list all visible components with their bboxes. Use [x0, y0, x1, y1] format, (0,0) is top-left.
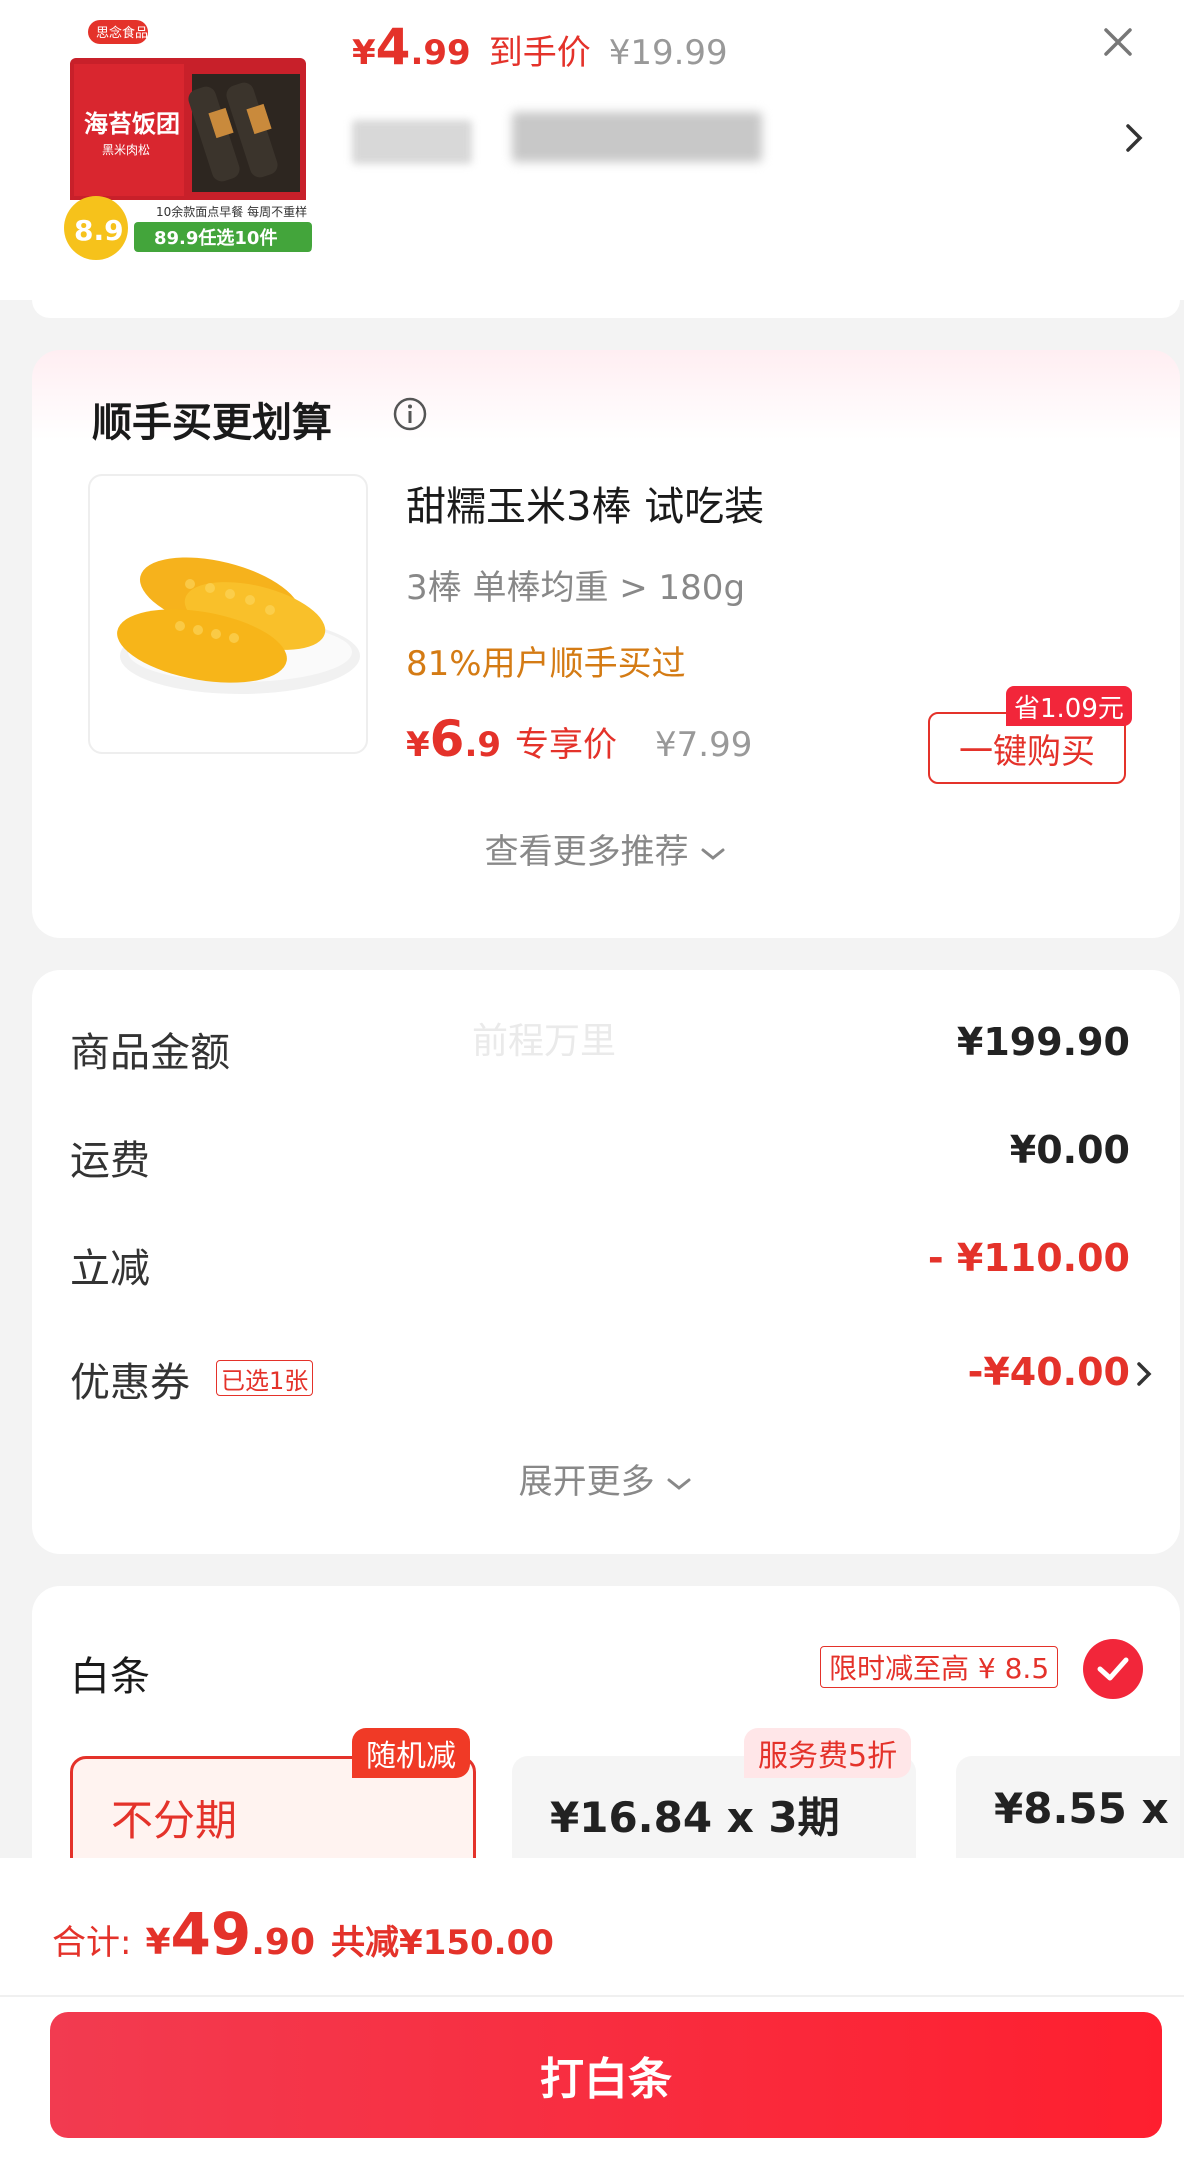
checkout-bar: 合计: ¥ 49 .90 共减¥150.00 打白条 — [0, 1858, 1184, 2174]
coupon-selected-tag: 已选1张 — [216, 1360, 314, 1396]
summary-row-goods-amount: 商品金额 ¥199.90 — [70, 1020, 1130, 1080]
total-int: 49 — [170, 1900, 252, 1968]
recommend-price-dec: .9 — [464, 725, 502, 765]
divider — [0, 1995, 1184, 1997]
save-tag: 省1.09元 — [1006, 686, 1132, 726]
recommend-social-proof: 81%用户顺手买过 — [406, 644, 686, 684]
recommend-title: 顺手买更划算 — [92, 400, 332, 446]
recommend-price-int: 6 — [429, 710, 465, 768]
summary-row-coupon[interactable]: 优惠券 已选1张 -¥40.00 — [70, 1350, 1152, 1410]
package-offer: 89.9任选10件 — [154, 227, 277, 249]
service-fee-badge: 服务费5折 — [744, 1728, 912, 1778]
recommend-price-label: 专享价 — [515, 725, 618, 765]
summary-row-shipping: 运费 ¥0.00 — [70, 1128, 1130, 1188]
total-saved: 共减¥150.00 — [331, 1923, 554, 1963]
package-promo: 10余款面点早餐 每周不重样 — [156, 204, 307, 219]
installment-text: ¥16.84 x 3期 — [550, 1793, 840, 1842]
recommend-product-spec: 3棒 单棒均重 > 180g — [406, 568, 746, 608]
summary-label: 运费 — [70, 1138, 150, 1184]
package-badge: 8.9 — [74, 214, 124, 247]
summary-value: -¥40.00 — [967, 1350, 1130, 1394]
summary-value: ¥0.00 — [1009, 1128, 1130, 1172]
installment-text: 不分期 — [111, 1796, 238, 1845]
baitiao-title: 白条 — [70, 1654, 150, 1700]
total-row: 合计: ¥ 49 .90 共减¥150.00 — [52, 1900, 554, 1968]
chevron-right-icon[interactable] — [1120, 118, 1150, 158]
baitiao-promo-tag: 限时减至高 ¥ 8.5 — [820, 1646, 1059, 1688]
recommend-price-currency: ¥ — [406, 725, 430, 765]
recommend-price: ¥6.9 — [406, 710, 501, 768]
total-label: 合计: — [52, 1923, 132, 1963]
order-product-card: 思念食品 海苔饭团 黑米肉松 8.9 10余款面点早餐 每周不重样 89.9任选… — [0, 0, 1184, 300]
top-price: ¥4.99 — [352, 18, 471, 76]
package-sub: 黑米肉松 — [102, 143, 150, 157]
close-icon[interactable] — [1098, 22, 1138, 62]
summary-value: ¥199.90 — [956, 1020, 1130, 1064]
top-price-currency: ¥ — [352, 33, 376, 73]
top-price-row: ¥4.99 到手价 ¥19.99 — [352, 18, 728, 78]
info-icon[interactable] — [392, 396, 428, 432]
card-strip — [32, 300, 1180, 318]
top-price-dec: .99 — [410, 33, 471, 73]
total-dec: .90 — [251, 1922, 316, 1963]
summary-label: 优惠券 — [70, 1360, 190, 1406]
more-recommend-link[interactable]: 查看更多推荐 — [32, 824, 1180, 873]
blurred-address — [352, 112, 772, 168]
total-currency: ¥ — [145, 1922, 171, 1963]
product-thumbnail[interactable]: 思念食品 海苔饭团 黑米肉松 8.9 10余款面点早餐 每周不重样 89.9任选… — [62, 14, 312, 264]
package-name: 海苔饭团 — [84, 110, 180, 138]
corn-image[interactable] — [88, 474, 368, 754]
random-discount-badge: 随机减 — [352, 1728, 470, 1778]
installment-text: ¥8.55 x — [994, 1784, 1169, 1833]
recommend-original-price: ¥7.99 — [655, 725, 753, 765]
price-summary-card: 前程万里 商品金额 ¥199.90 运费 ¥0.00 立减 - ¥110.00 … — [32, 970, 1180, 1554]
expand-more-label: 展开更多 — [518, 1462, 655, 1502]
recommend-price-row: ¥6.9 专享价 ¥7.99 — [406, 710, 752, 768]
summary-row-discount: 立减 - ¥110.00 — [70, 1236, 1130, 1296]
chevron-down-icon — [667, 1478, 691, 1490]
top-price-int: 4 — [375, 18, 411, 76]
recommend-product-name[interactable]: 甜糯玉米3棒 试吃装 — [406, 474, 764, 532]
package-brand: 思念食品 — [96, 25, 148, 41]
more-recommend-label: 查看更多推荐 — [484, 832, 689, 872]
expand-more-link[interactable]: 展开更多 — [32, 1454, 1180, 1503]
chevron-right-icon[interactable] — [1134, 1356, 1156, 1392]
top-price-label: 到手价 — [488, 33, 591, 73]
recommend-card: 顺手买更划算 甜糯玉米3棒 试吃装 3棒 单棒均重 > 180g 81%用户顺手… — [32, 350, 1180, 938]
chevron-down-icon — [701, 848, 725, 860]
pay-baitiao-button[interactable]: 打白条 — [50, 2012, 1162, 2138]
summary-label: 立减 — [70, 1246, 150, 1292]
summary-value: - ¥110.00 — [927, 1236, 1130, 1280]
top-original-price: ¥19.99 — [608, 33, 728, 73]
check-icon[interactable] — [1082, 1638, 1144, 1700]
summary-label: 商品金额 — [70, 1030, 230, 1076]
